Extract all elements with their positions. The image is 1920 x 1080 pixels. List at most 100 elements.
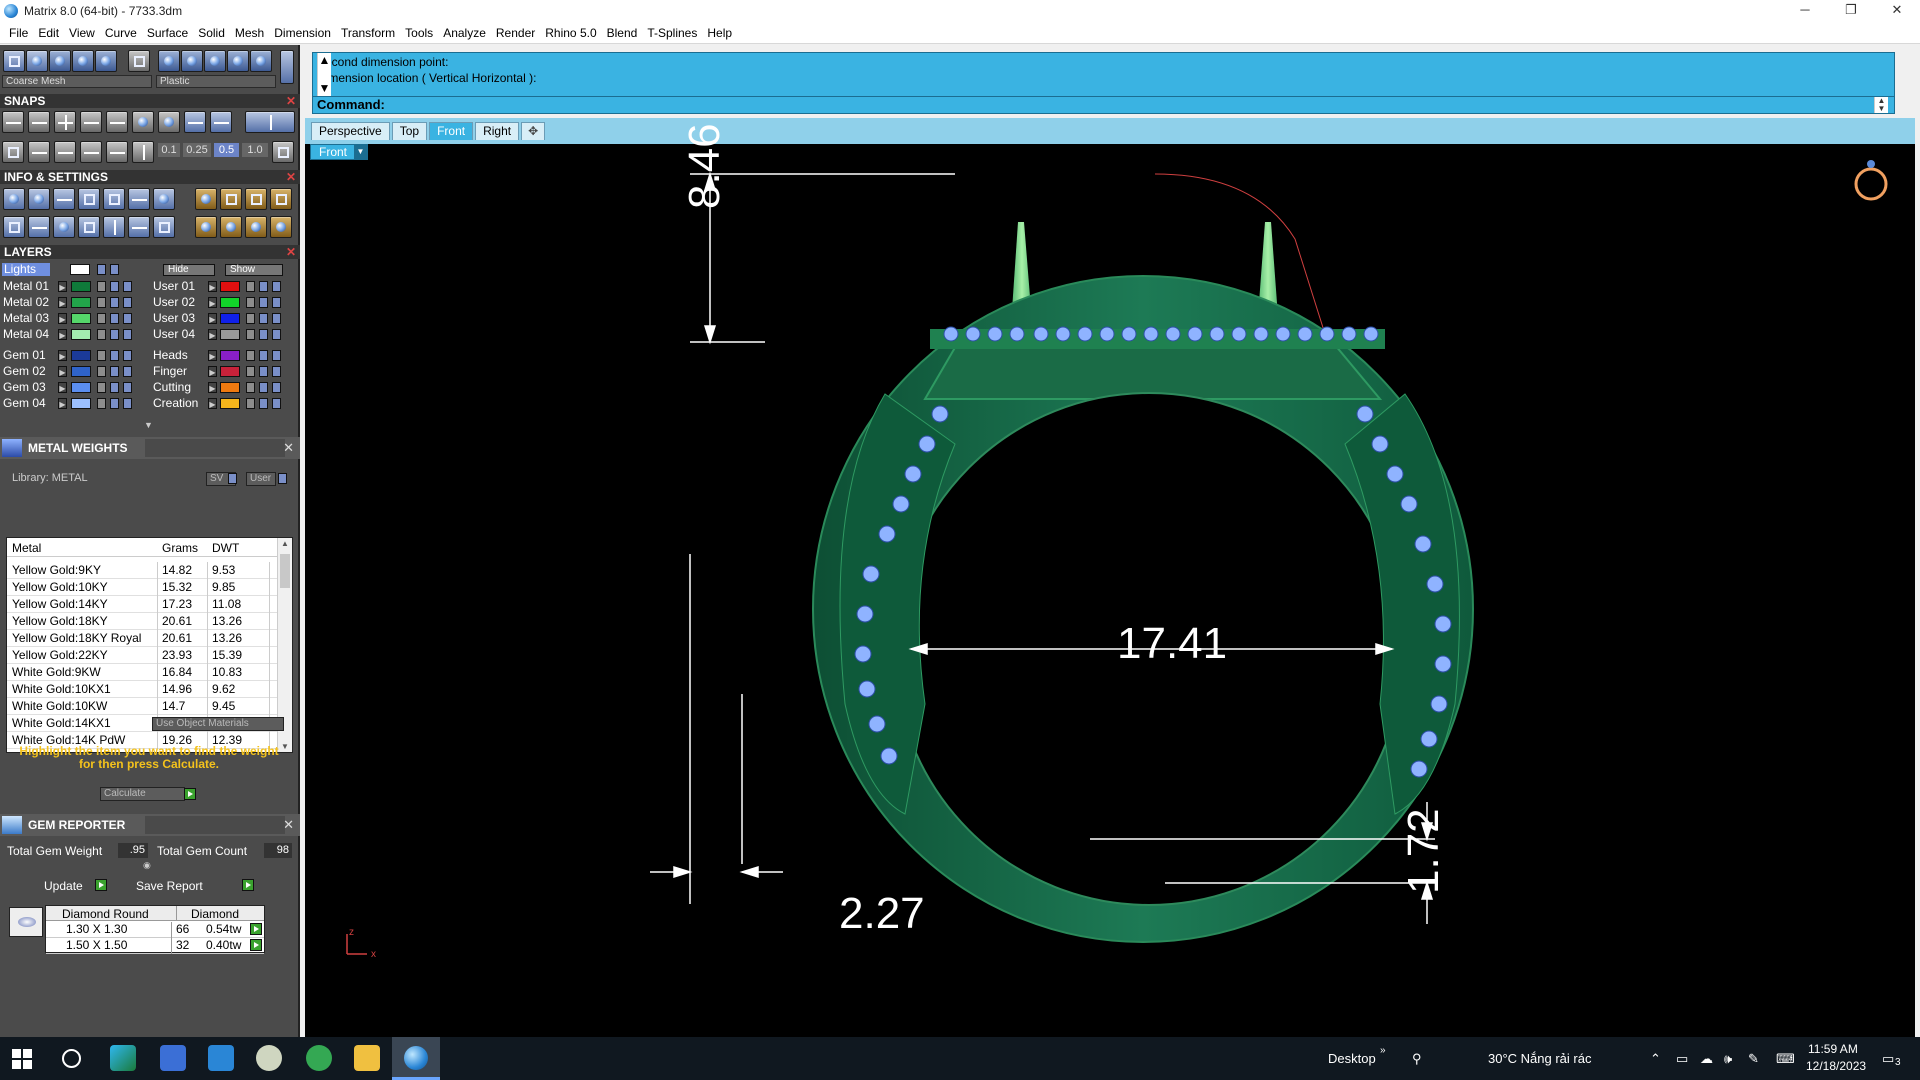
layer-visible-toggle[interactable] xyxy=(110,281,119,292)
menu-solid[interactable]: Solid xyxy=(193,26,230,40)
material-1-button[interactable] xyxy=(158,50,180,72)
layer-visible-toggle[interactable] xyxy=(110,297,119,308)
menu-dimension[interactable]: Dimension xyxy=(269,26,336,40)
layer-visible-toggle[interactable] xyxy=(272,350,281,361)
layer-color-swatch[interactable] xyxy=(71,313,91,324)
layer-visible-toggle[interactable] xyxy=(272,382,281,393)
calculate-button[interactable]: Calculate xyxy=(100,787,185,801)
tray-chevron-icon[interactable]: ⌃ xyxy=(1650,1051,1661,1067)
app-icon-4[interactable] xyxy=(256,1045,282,1071)
update-go-icon[interactable] xyxy=(95,879,107,891)
snap-value-1-0[interactable]: 1.0 xyxy=(242,143,268,157)
snap-toggle-button[interactable] xyxy=(245,111,295,133)
tab-top[interactable]: Top xyxy=(391,122,428,140)
layer-lock-toggle[interactable] xyxy=(97,281,106,292)
scroll-thumb[interactable] xyxy=(280,554,290,588)
info-tool-9[interactable] xyxy=(220,188,242,210)
menu-rhino[interactable]: Rhino 5.0 xyxy=(540,26,601,40)
menu-edit[interactable]: Edit xyxy=(33,26,64,40)
layer-visible-toggle[interactable] xyxy=(272,297,281,308)
layer-visible-toggle[interactable] xyxy=(272,281,281,292)
lights-lock-toggle[interactable] xyxy=(97,264,106,275)
layer-visible-toggle[interactable] xyxy=(110,350,119,361)
render-light-button[interactable] xyxy=(26,50,48,72)
start-button[interactable] xyxy=(12,1049,32,1069)
layer-visible-toggle[interactable] xyxy=(123,281,132,292)
menu-surface[interactable]: Surface xyxy=(142,26,193,40)
save-report-go-icon[interactable] xyxy=(242,879,254,891)
info-tool-19[interactable] xyxy=(195,216,217,238)
add-viewport-icon[interactable]: ✥ xyxy=(521,122,546,140)
table-row[interactable]: Yellow Gold:14KY 17.23 11.08 xyxy=(7,596,277,613)
info-tool-6[interactable] xyxy=(128,188,150,210)
close-icon[interactable]: ✕ xyxy=(283,440,294,456)
lights-visible-toggle[interactable] xyxy=(110,264,119,275)
layer-visible-toggle[interactable] xyxy=(259,350,268,361)
layer-expand-icon[interactable]: ▶ xyxy=(58,350,67,361)
layer-lock-toggle[interactable] xyxy=(246,366,255,377)
layer-visible-toggle[interactable] xyxy=(123,366,132,377)
layer-color-swatch[interactable] xyxy=(71,398,91,409)
info-tool-10[interactable] xyxy=(245,188,267,210)
layer-lock-toggle[interactable] xyxy=(97,313,106,324)
col-metal[interactable]: Metal xyxy=(12,541,41,555)
material-combo[interactable]: Plastic xyxy=(156,75,276,88)
layer-expand-icon[interactable]: ▶ xyxy=(208,366,217,377)
edge-icon[interactable] xyxy=(110,1045,136,1071)
layer-expand-icon[interactable]: ▶ xyxy=(208,398,217,409)
command-input[interactable]: Command: ▲ ▼ xyxy=(312,96,1895,114)
layer-user-01[interactable]: User 01 xyxy=(153,280,211,293)
show-layers-button[interactable]: Show xyxy=(225,264,283,276)
calculate-go-icon[interactable] xyxy=(184,788,196,800)
weather-widget[interactable]: 30°C Nắng rải rác xyxy=(1488,1051,1591,1066)
layer-user-04[interactable]: User 04 xyxy=(153,328,211,341)
menu-blend[interactable]: Blend xyxy=(602,26,643,40)
table-row[interactable]: Yellow Gold:22KY 23.93 15.39 xyxy=(7,647,277,664)
close-icon[interactable]: ✕ xyxy=(286,245,296,259)
close-button[interactable]: ✕ xyxy=(1874,0,1920,22)
command-scrollbar[interactable]: ▲ ▼ xyxy=(1874,97,1888,113)
layer-visible-toggle[interactable] xyxy=(259,313,268,324)
snap-tan-button[interactable] xyxy=(184,111,206,133)
col-grams[interactable]: Grams xyxy=(162,541,198,555)
layer-visible-toggle[interactable] xyxy=(123,382,132,393)
minimize-button[interactable]: ─ xyxy=(1782,0,1828,22)
snap-value-0-25[interactable]: 0.25 xyxy=(183,143,211,157)
rendered-button[interactable] xyxy=(72,50,94,72)
snap-grid-button[interactable] xyxy=(2,141,24,163)
user-toggle[interactable] xyxy=(278,473,287,484)
search-icon[interactable] xyxy=(62,1049,81,1068)
table-row[interactable]: White Gold:10KW 14.7 9.45 xyxy=(7,698,277,715)
desktop-toolbar[interactable]: Desktop xyxy=(1328,1051,1376,1066)
layer-gem-04[interactable]: Gem 04 xyxy=(3,397,61,410)
layer-visible-toggle[interactable] xyxy=(272,366,281,377)
gem-row-go-icon[interactable] xyxy=(250,923,262,935)
info-tool-22[interactable] xyxy=(270,216,292,238)
material-2-button[interactable] xyxy=(181,50,203,72)
lights-layer[interactable]: Lights xyxy=(2,263,50,276)
layer-color-swatch[interactable] xyxy=(220,366,240,377)
layer-visible-toggle[interactable] xyxy=(259,398,268,409)
layer-color-swatch[interactable] xyxy=(220,329,240,340)
layer-lock-toggle[interactable] xyxy=(97,350,106,361)
display-mode-button[interactable] xyxy=(3,50,25,72)
info-tool-7[interactable] xyxy=(153,188,175,210)
layer-metal-04[interactable]: Metal 04 xyxy=(3,328,61,341)
snap-planar-button[interactable] xyxy=(28,141,50,163)
info-tool-3[interactable] xyxy=(53,188,75,210)
chevron-icon[interactable]: » xyxy=(1380,1045,1386,1056)
close-icon[interactable]: ✕ xyxy=(286,170,296,184)
info-tool-20[interactable] xyxy=(220,216,242,238)
layer-visible-toggle[interactable] xyxy=(259,281,268,292)
onedrive-icon[interactable]: ☁ xyxy=(1700,1051,1713,1067)
menu-tools[interactable]: Tools xyxy=(400,26,438,40)
matrix-taskbar-button[interactable] xyxy=(392,1037,440,1080)
layer-color-swatch[interactable] xyxy=(220,350,240,361)
layer-expand-icon[interactable]: ▶ xyxy=(208,329,217,340)
notification-icon[interactable]: ▭ xyxy=(1882,1051,1894,1067)
table-row[interactable]: Yellow Gold:10KY 15.32 9.85 xyxy=(7,579,277,596)
menu-file[interactable]: File xyxy=(4,26,33,40)
layer-visible-toggle[interactable] xyxy=(110,398,119,409)
layer-heads[interactable]: Heads xyxy=(153,349,211,362)
material-5-button[interactable] xyxy=(250,50,272,72)
